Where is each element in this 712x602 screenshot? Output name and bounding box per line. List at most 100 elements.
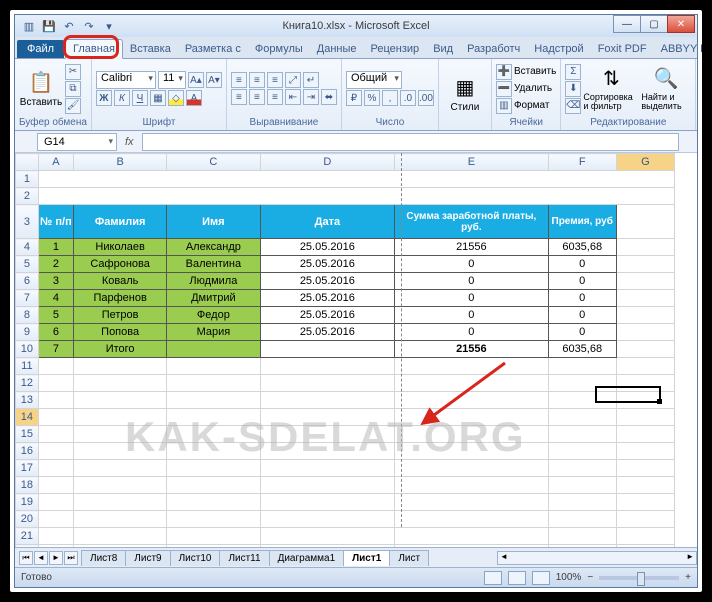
- number-format-select[interactable]: Общий: [346, 71, 402, 89]
- font-color-button[interactable]: A: [186, 90, 202, 106]
- tab-view[interactable]: Вид: [426, 40, 460, 58]
- align-left-button[interactable]: ≡: [231, 89, 247, 105]
- row-header[interactable]: 6: [16, 273, 39, 290]
- tab-developer[interactable]: Разработч: [460, 40, 527, 58]
- fill-button[interactable]: ⬇: [565, 81, 581, 97]
- col-header[interactable]: B: [74, 154, 167, 171]
- col-header[interactable]: D: [260, 154, 395, 171]
- dec-decimal-button[interactable]: .00: [418, 90, 434, 106]
- zoom-in-button[interactable]: +: [685, 572, 691, 583]
- sheet-tab[interactable]: Диаграмма1: [269, 550, 345, 566]
- zoom-slider[interactable]: [599, 576, 679, 580]
- view-layout-button[interactable]: [508, 571, 526, 585]
- paste-button[interactable]: 📋 Вставить: [19, 63, 63, 115]
- horizontal-scrollbar[interactable]: [497, 551, 697, 565]
- sheet-tab[interactable]: Лист1: [343, 550, 390, 566]
- border-button[interactable]: ▦: [150, 90, 166, 106]
- row-header[interactable]: 2: [16, 188, 39, 205]
- row-header[interactable]: 19: [16, 494, 39, 511]
- tab-formulas[interactable]: Формулы: [248, 40, 310, 58]
- italic-button[interactable]: К: [114, 90, 130, 106]
- row-header[interactable]: 21: [16, 528, 39, 545]
- row-header[interactable]: 18: [16, 477, 39, 494]
- qat-more-icon[interactable]: ▾: [101, 18, 117, 34]
- sheet-tab[interactable]: Лист11: [219, 550, 269, 566]
- row-header[interactable]: 12: [16, 375, 39, 392]
- tab-home[interactable]: Главная: [65, 39, 123, 59]
- clear-button[interactable]: ⌫: [565, 98, 581, 114]
- font-name-select[interactable]: Calibri: [96, 71, 156, 89]
- sheet-tab[interactable]: Лист9: [125, 550, 170, 566]
- row-header[interactable]: 22: [16, 545, 39, 548]
- format-painter-button[interactable]: 🖌: [65, 98, 81, 114]
- row-header[interactable]: 8: [16, 307, 39, 324]
- align-right-button[interactable]: ≡: [267, 89, 283, 105]
- sheet-tab[interactable]: Лист: [389, 550, 429, 566]
- col-header[interactable]: G: [616, 154, 674, 171]
- zoom-level[interactable]: 100%: [556, 572, 582, 583]
- underline-button[interactable]: Ч: [132, 90, 148, 106]
- tab-data[interactable]: Данные: [310, 40, 364, 58]
- row-header[interactable]: 14: [16, 409, 39, 426]
- row-header[interactable]: 15: [16, 426, 39, 443]
- name-box[interactable]: G14: [37, 133, 117, 151]
- col-header[interactable]: C: [167, 154, 260, 171]
- tab-file[interactable]: Файл: [17, 40, 64, 58]
- tab-insert[interactable]: Вставка: [123, 40, 178, 58]
- currency-button[interactable]: ₽: [346, 90, 362, 106]
- row-header[interactable]: 11: [16, 358, 39, 375]
- tab-foxit[interactable]: Foxit PDF: [591, 40, 654, 58]
- cut-button[interactable]: ✂: [65, 64, 81, 80]
- align-center-button[interactable]: ≡: [249, 89, 265, 105]
- align-bottom-button[interactable]: ≡: [267, 72, 283, 88]
- sheet-tab[interactable]: Лист10: [170, 550, 221, 566]
- inc-decimal-button[interactable]: .0: [400, 90, 416, 106]
- col-header[interactable]: F: [548, 154, 616, 171]
- row-header[interactable]: 17: [16, 460, 39, 477]
- row-header[interactable]: 1: [16, 171, 39, 188]
- percent-button[interactable]: %: [364, 90, 380, 106]
- maximize-button[interactable]: ▢: [640, 15, 668, 33]
- zoom-out-button[interactable]: −: [587, 572, 593, 583]
- comma-button[interactable]: ,: [382, 90, 398, 106]
- row-header[interactable]: 3: [16, 205, 39, 239]
- shrink-font-button[interactable]: A▾: [206, 72, 222, 88]
- row-header[interactable]: 20: [16, 511, 39, 528]
- minimize-button[interactable]: —: [613, 15, 641, 33]
- fx-button[interactable]: fx: [125, 136, 134, 148]
- tab-review[interactable]: Рецензир: [364, 40, 427, 58]
- sheet-nav-first[interactable]: ⏮: [19, 551, 33, 565]
- insert-cells-button[interactable]: ➕Вставить: [496, 64, 556, 80]
- wrap-text-button[interactable]: ↵: [303, 72, 319, 88]
- view-pagebreak-button[interactable]: [532, 571, 550, 585]
- row-header[interactable]: 7: [16, 290, 39, 307]
- align-top-button[interactable]: ≡: [231, 72, 247, 88]
- sheet-nav-prev[interactable]: ◄: [34, 551, 48, 565]
- close-button[interactable]: ✕: [667, 15, 695, 33]
- col-header[interactable]: E: [395, 154, 548, 171]
- row-header[interactable]: 9: [16, 324, 39, 341]
- styles-button[interactable]: ▦ Стили: [443, 68, 487, 120]
- view-normal-button[interactable]: [484, 571, 502, 585]
- row-header[interactable]: 13: [16, 392, 39, 409]
- col-header[interactable]: A: [38, 154, 73, 171]
- save-icon[interactable]: 💾: [41, 18, 57, 34]
- merge-button[interactable]: ⬌: [321, 89, 337, 105]
- sheet-tab[interactable]: Лист8: [81, 550, 126, 566]
- row-header[interactable]: 16: [16, 443, 39, 460]
- select-all-corner[interactable]: [16, 154, 39, 171]
- sheet-nav-last[interactable]: ⏭: [64, 551, 78, 565]
- align-middle-button[interactable]: ≡: [249, 72, 265, 88]
- worksheet-grid[interactable]: A B C D E F G 1 2 3 № п/п Фамилия Имя Да…: [15, 153, 697, 547]
- row-header[interactable]: 5: [16, 256, 39, 273]
- font-size-select[interactable]: 11: [158, 71, 186, 89]
- grow-font-button[interactable]: A▴: [188, 72, 204, 88]
- row-header[interactable]: 10: [16, 341, 39, 358]
- delete-cells-button[interactable]: ➖Удалить: [496, 81, 556, 97]
- fill-color-button[interactable]: ◇: [168, 90, 184, 106]
- formula-input[interactable]: [142, 133, 679, 151]
- tab-addins[interactable]: Надстрой: [527, 40, 590, 58]
- tab-abbyy[interactable]: ABBYY F: [654, 40, 706, 58]
- indent-dec-button[interactable]: ⇤: [285, 89, 301, 105]
- bold-button[interactable]: Ж: [96, 90, 112, 106]
